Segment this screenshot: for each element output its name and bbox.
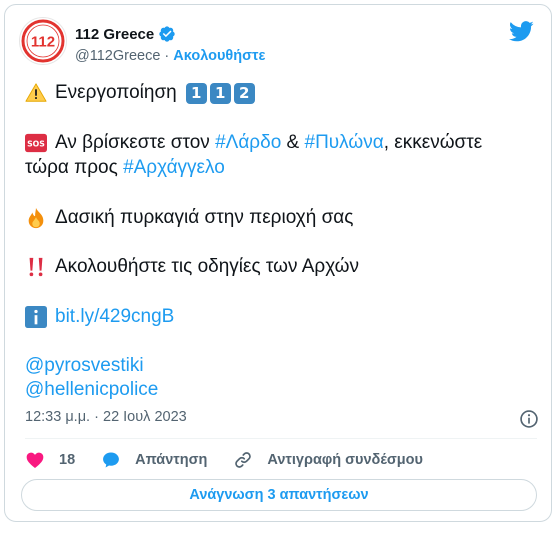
author-block: 112 Greece @112Greece · Ακολουθήστε <box>75 23 265 67</box>
sos-text-2: & <box>281 132 305 153</box>
tweet-line-mention-1: @pyrosvestiki <box>25 354 144 379</box>
avatar-logo: 112 <box>21 19 65 63</box>
follow-button[interactable]: Ακολουθήστε <box>173 48 265 64</box>
link-icon <box>235 452 252 468</box>
mention-hellenicpolice[interactable]: @hellenicpolice <box>25 378 158 403</box>
double-exclamation-icon <box>29 258 43 277</box>
tweet-line-activation: Ενεργοποίηση 1 1 2 <box>25 81 255 106</box>
sos-text-3: , εκκενώστε <box>383 132 483 153</box>
tweet-line-mention-2: @hellenicpolice <box>25 378 158 403</box>
warning-icon <box>25 83 47 102</box>
tweet-timestamp[interactable]: 12:33 μ.μ. · 22 Ιουλ 2023 <box>25 409 187 425</box>
reply-button[interactable]: Απάντηση <box>101 450 207 470</box>
fire-text: Δασική πυρκαγιά στην περιοχή σας <box>55 207 354 228</box>
like-count: 18 <box>59 452 76 468</box>
tweet-card: 112 112 Greece @112Greece · Ακολουθήστε … <box>4 4 552 522</box>
handle-separator: · <box>164 48 170 64</box>
tweet-date: 22 Ιουλ 2023 <box>103 409 187 425</box>
activation-text: Ενεργοποίηση <box>55 82 177 103</box>
info-circle-icon[interactable] <box>519 409 539 429</box>
mention-pyrosvestiki[interactable]: @pyrosvestiki <box>25 354 144 379</box>
information-icon <box>25 306 47 329</box>
fire-icon <box>28 208 44 229</box>
instructions-text: Ακολουθήστε τις οδηγίες των Αρχών <box>55 256 360 277</box>
tweet-line-instructions: Ακολουθήστε τις οδηγίες των Αρχών <box>25 255 359 280</box>
action-bar: 18 Απάντηση Αντιγραφή συνδέσμου <box>25 449 423 471</box>
divider <box>25 438 537 439</box>
heart-icon <box>26 452 44 468</box>
like-button[interactable]: 18 <box>25 450 75 470</box>
tweet-line-fire: Δασική πυρκαγιά στην περιοχή σας <box>25 206 353 231</box>
read-replies-button[interactable]: Ανάγνωση 3 απαντήσεων <box>21 479 537 511</box>
hashtag-archangelos[interactable]: #Αρχάγγελο <box>123 156 225 181</box>
tweet-line-link: bit.ly/429cngB <box>25 305 174 330</box>
copy-link-button[interactable]: Αντιγραφή συνδέσμου <box>233 450 423 470</box>
hashtag-pylona[interactable]: #Πυλώνα <box>305 131 384 156</box>
short-link[interactable]: bit.ly/429cngB <box>55 305 174 330</box>
svg-text:SOS: SOS <box>27 140 45 149</box>
reply-label: Απάντηση <box>135 452 208 468</box>
tweet-line-sos: SOS Αν βρίσκεστε στον #Λάρδο & #Πυλώνα ,… <box>25 131 482 156</box>
time-separator: · <box>94 409 99 425</box>
tweet-time: 12:33 μ.μ. <box>25 409 91 425</box>
sos-text-4: τώρα προς <box>25 157 124 178</box>
twitter-bird-icon[interactable] <box>509 21 534 42</box>
verified-badge-icon <box>159 26 175 42</box>
avatar[interactable]: 112 <box>19 17 67 65</box>
keycap-3: 2 <box>233 82 255 104</box>
copy-link-label: Αντιγραφή συνδέσμου <box>267 452 423 468</box>
sos-text-1: Αν βρίσκεστε στον <box>55 132 216 153</box>
hashtag-lardos[interactable]: #Λάρδο <box>215 131 281 156</box>
author-handle[interactable]: @112Greece <box>75 48 160 64</box>
avatar-text: 112 <box>31 34 55 51</box>
keycap-1: 1 <box>185 82 207 104</box>
author-name[interactable]: 112 Greece <box>75 26 154 43</box>
tweet-line-sos-cont: τώρα προς #Αρχάγγελο <box>25 156 225 181</box>
sos-icon: SOS <box>25 134 47 153</box>
reply-bubble-icon <box>103 452 120 468</box>
keycap-2: 1 <box>209 82 231 104</box>
